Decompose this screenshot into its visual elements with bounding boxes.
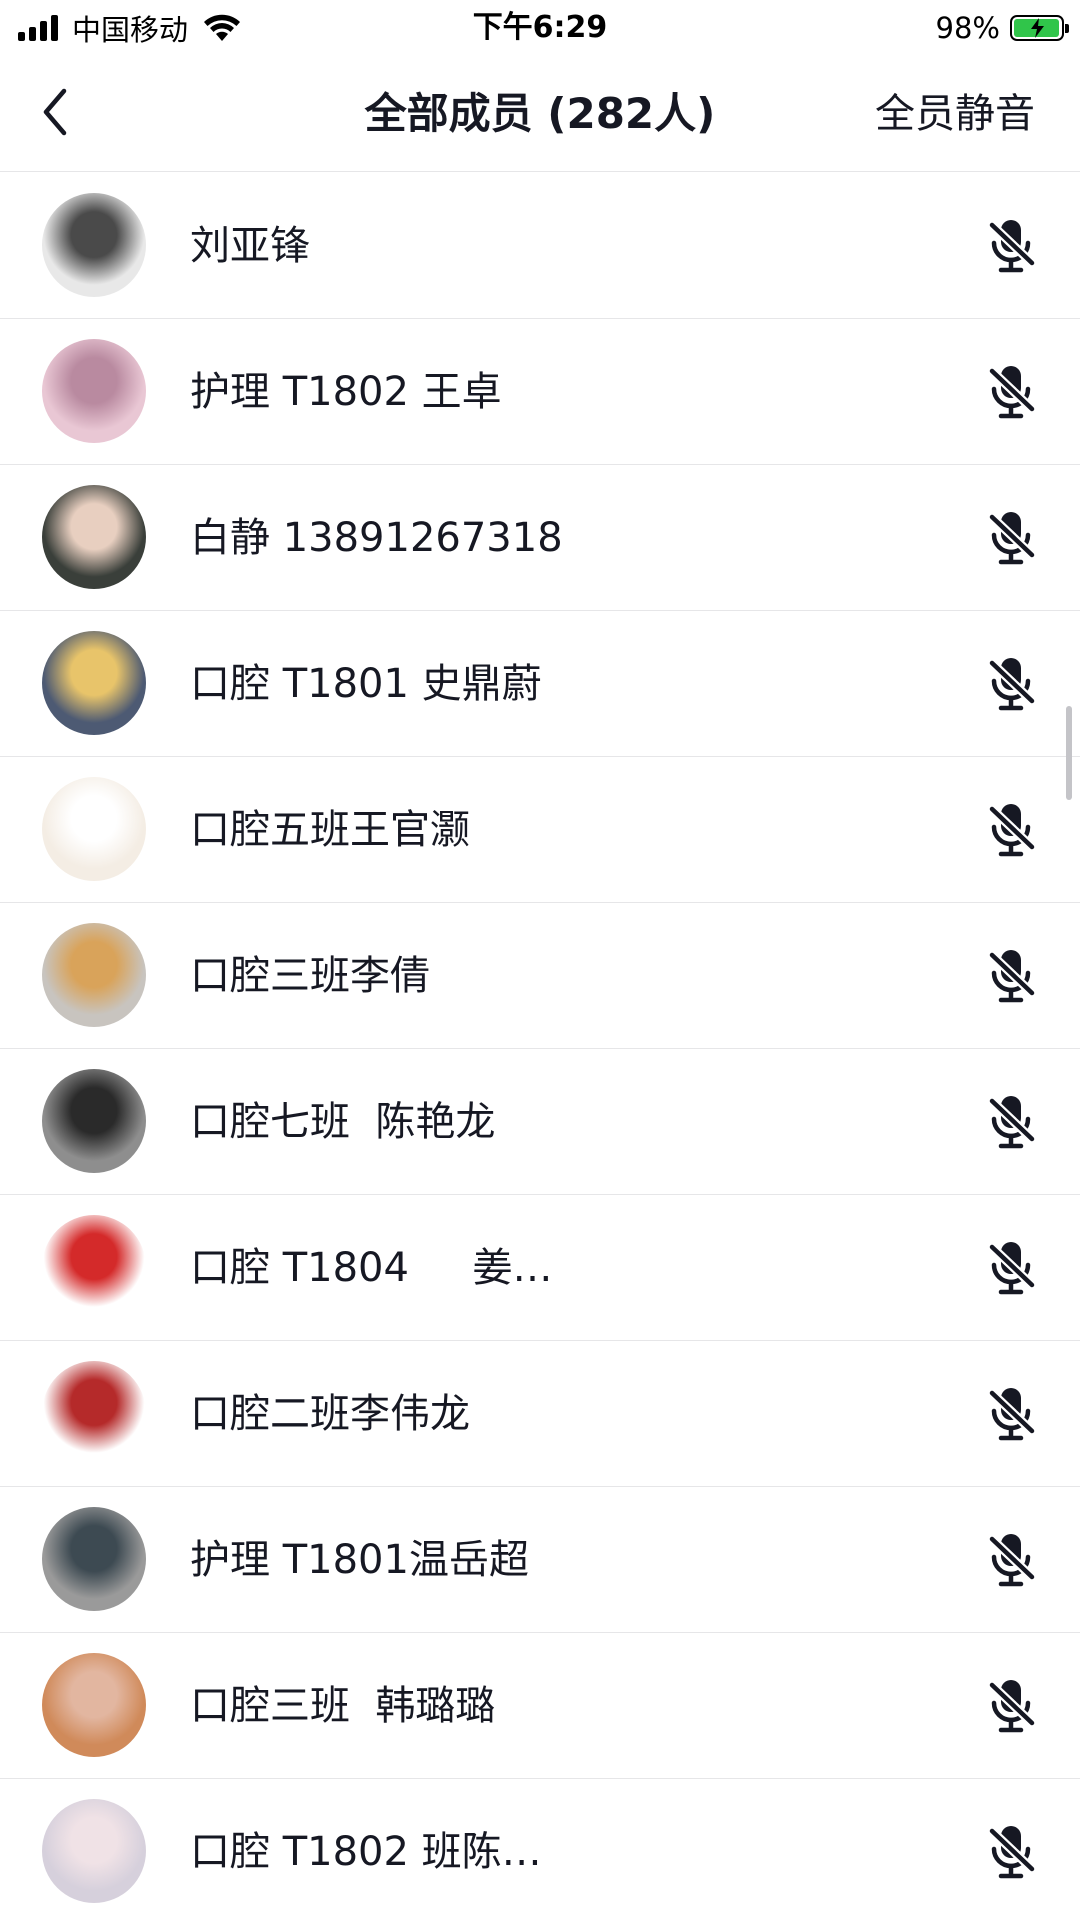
member-name: 口腔七班 陈艳龙 bbox=[190, 1099, 496, 1145]
avatar[interactable] bbox=[42, 1361, 146, 1465]
member-list: 刘亚锋护理 T1802 王卓白静 13891267318 口腔 T1801 史鼎蔚… bbox=[0, 173, 1080, 1920]
avatar[interactable] bbox=[42, 485, 146, 589]
member-name: 口腔三班 韩璐璐 bbox=[190, 1683, 496, 1729]
member-row[interactable]: 口腔 T1802 班陈… bbox=[0, 1779, 1080, 1920]
member-row[interactable]: 口腔 T1801 史鼎蔚 bbox=[0, 611, 1080, 757]
battery-nub bbox=[1065, 24, 1069, 33]
scroll-indicator[interactable] bbox=[1066, 706, 1072, 800]
avatar[interactable] bbox=[42, 339, 146, 443]
member-row[interactable]: 口腔七班 陈艳龙 bbox=[0, 1049, 1080, 1195]
avatar[interactable] bbox=[42, 631, 146, 735]
member-row[interactable]: 口腔 T1804 姜… bbox=[0, 1195, 1080, 1341]
charging-bolt-icon bbox=[1031, 18, 1044, 38]
mute-member-button[interactable] bbox=[982, 1530, 1042, 1590]
battery-percentage: 98% bbox=[935, 11, 1000, 45]
member-row[interactable]: 护理 T1801温岳超 bbox=[0, 1487, 1080, 1633]
member-row[interactable]: 护理 T1802 王卓 bbox=[0, 319, 1080, 465]
microphone-muted-icon bbox=[987, 658, 1037, 711]
member-name: 口腔二班李伟龙 bbox=[190, 1391, 470, 1437]
member-row[interactable]: 口腔三班 韩璐璐 bbox=[0, 1633, 1080, 1779]
microphone-muted-icon bbox=[987, 1534, 1037, 1587]
member-name: 口腔 T1804 姜… bbox=[190, 1245, 553, 1291]
microphone-muted-icon bbox=[987, 220, 1037, 273]
microphone-muted-icon bbox=[987, 1826, 1037, 1879]
member-row[interactable]: 口腔五班王官灏 bbox=[0, 757, 1080, 903]
member-row[interactable]: 口腔二班李伟龙 bbox=[0, 1341, 1080, 1487]
member-row[interactable]: 刘亚锋 bbox=[0, 173, 1080, 319]
microphone-muted-icon bbox=[987, 804, 1037, 857]
avatar[interactable] bbox=[42, 923, 146, 1027]
microphone-muted-icon bbox=[987, 1242, 1037, 1295]
avatar[interactable] bbox=[42, 1215, 146, 1319]
mute-member-button[interactable] bbox=[982, 216, 1042, 276]
member-name: 护理 T1802 王卓 bbox=[190, 369, 502, 415]
microphone-muted-icon bbox=[987, 1680, 1037, 1733]
member-name: 刘亚锋 bbox=[190, 223, 310, 269]
avatar[interactable] bbox=[42, 1653, 146, 1757]
avatar[interactable] bbox=[42, 193, 146, 297]
mute-member-button[interactable] bbox=[982, 508, 1042, 568]
avatar[interactable] bbox=[42, 777, 146, 881]
avatar[interactable] bbox=[42, 1799, 146, 1903]
mute-member-button[interactable] bbox=[982, 1384, 1042, 1444]
mute-member-button[interactable] bbox=[982, 946, 1042, 1006]
member-name: 口腔五班王官灏 bbox=[190, 807, 470, 853]
member-name: 口腔 T1801 史鼎蔚 bbox=[190, 661, 542, 707]
mute-member-button[interactable] bbox=[982, 1676, 1042, 1736]
member-name: 口腔三班李倩 bbox=[190, 953, 430, 999]
mute-member-button[interactable] bbox=[982, 654, 1042, 714]
mute-all-button[interactable]: 全员静音 bbox=[875, 86, 1035, 142]
microphone-muted-icon bbox=[987, 950, 1037, 1003]
mute-member-button[interactable] bbox=[982, 1238, 1042, 1298]
microphone-muted-icon bbox=[987, 512, 1037, 565]
battery-icon bbox=[1010, 15, 1069, 41]
microphone-muted-icon bbox=[987, 1388, 1037, 1441]
microphone-muted-icon bbox=[987, 1096, 1037, 1149]
screen: 中国移动 下午6:29 98% 全部成员 (282人) 全员静音 刘亚锋 护理 … bbox=[0, 0, 1080, 1920]
member-name: 口腔 T1802 班陈… bbox=[190, 1829, 542, 1875]
status-bar-time: 下午6:29 bbox=[472, 10, 608, 45]
navigation-bar: 全部成员 (282人) 全员静音 bbox=[0, 56, 1080, 172]
status-bar: 中国移动 下午6:29 98% bbox=[0, 0, 1080, 56]
mute-member-button[interactable] bbox=[982, 362, 1042, 422]
member-row[interactable]: 白静 13891267318 bbox=[0, 465, 1080, 611]
avatar[interactable] bbox=[42, 1507, 146, 1611]
member-name: 护理 T1801温岳超 bbox=[190, 1537, 529, 1583]
microphone-muted-icon bbox=[987, 366, 1037, 419]
member-name: 白静 13891267318 bbox=[190, 515, 563, 561]
status-bar-right: 98% bbox=[935, 8, 1069, 48]
mute-member-button[interactable] bbox=[982, 800, 1042, 860]
member-row[interactable]: 口腔三班李倩 bbox=[0, 903, 1080, 1049]
mute-member-button[interactable] bbox=[982, 1092, 1042, 1152]
avatar[interactable] bbox=[42, 1069, 146, 1173]
mute-member-button[interactable] bbox=[982, 1822, 1042, 1882]
